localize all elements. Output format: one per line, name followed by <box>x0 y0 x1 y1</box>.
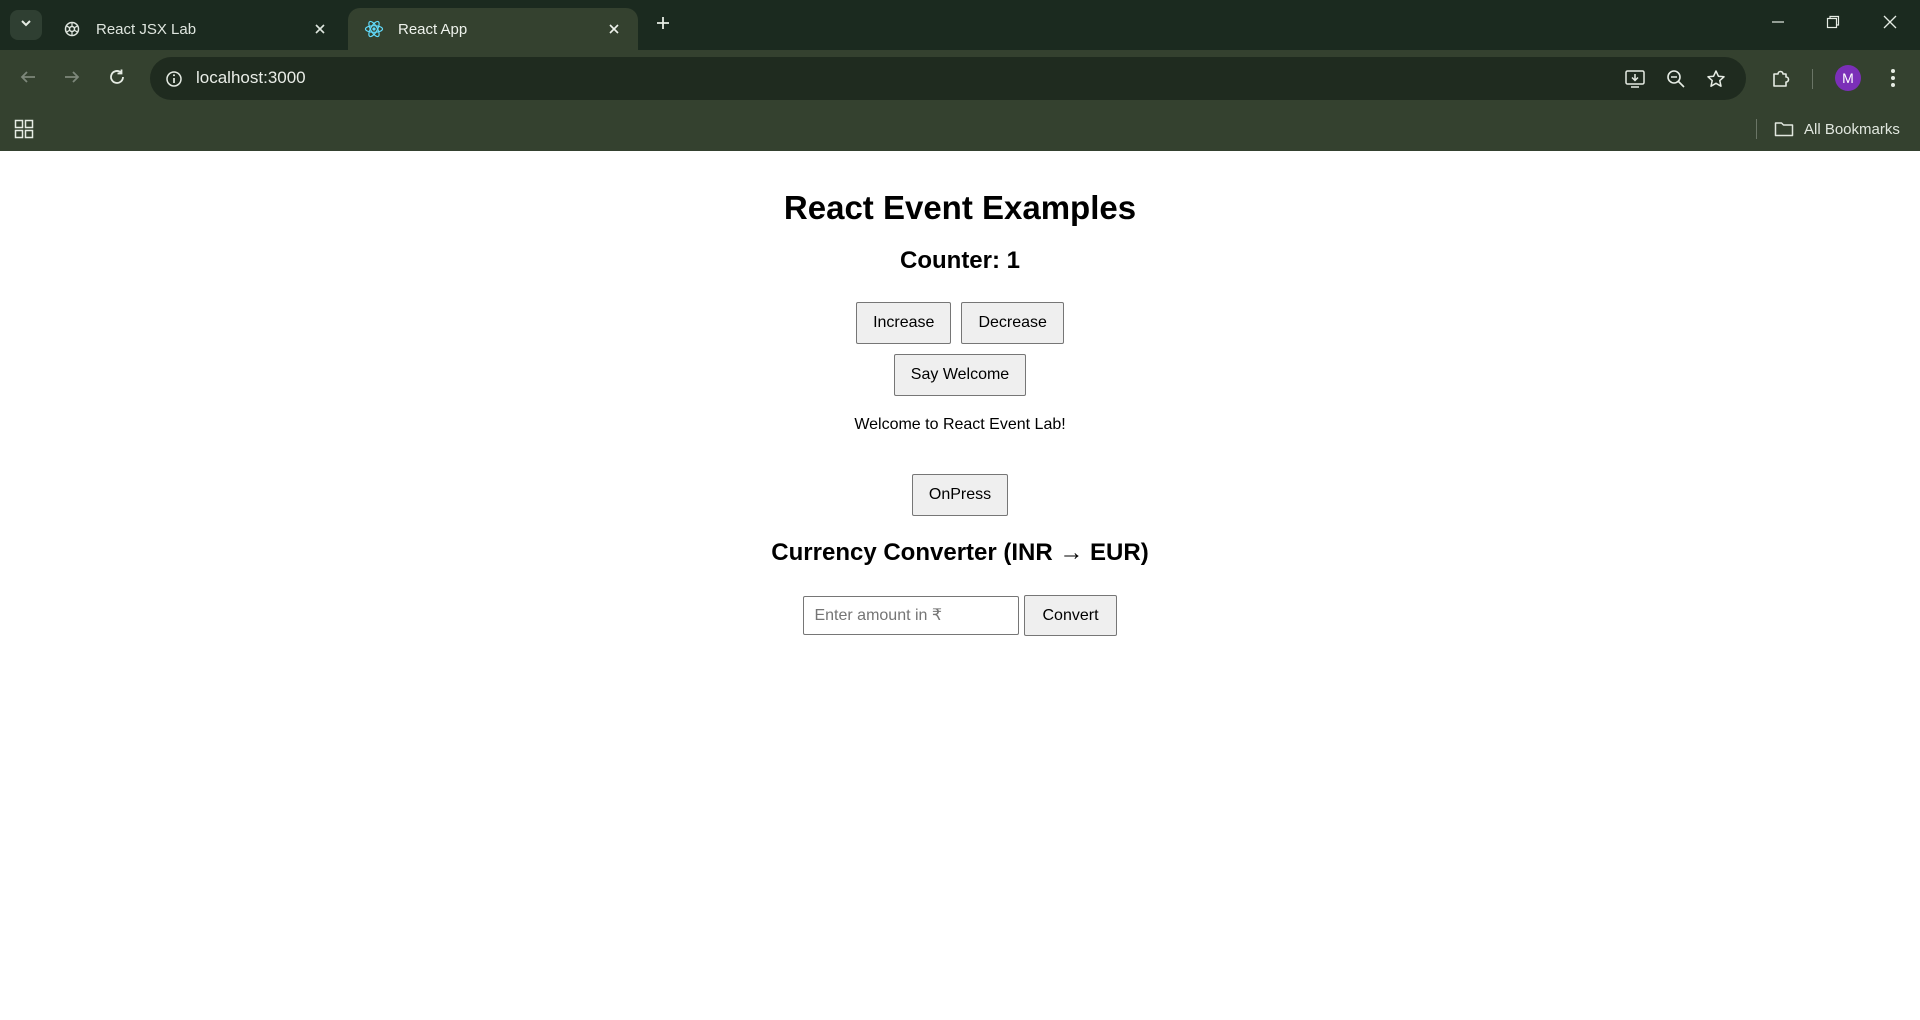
site-info-icon[interactable] <box>160 65 188 93</box>
welcome-controls: Say Welcome <box>0 354 1920 396</box>
amount-input[interactable] <box>803 596 1020 635</box>
react-icon <box>364 19 384 39</box>
arrow-right-icon <box>63 68 81 91</box>
close-window-button[interactable] <box>1870 8 1910 40</box>
tab-react-app[interactable]: React App <box>348 8 638 50</box>
forward-button[interactable] <box>56 63 88 95</box>
close-icon[interactable] <box>310 19 330 39</box>
folder-icon <box>1774 121 1794 137</box>
star-icon[interactable] <box>1703 66 1729 92</box>
browser-toolbar: localhost:3000 M <box>0 50 1920 107</box>
arrow-left-icon <box>19 68 37 91</box>
zoom-icon[interactable] <box>1663 66 1689 92</box>
all-bookmarks-button[interactable]: All Bookmarks <box>1774 115 1900 143</box>
minimize-button[interactable] <box>1758 8 1798 40</box>
back-button[interactable] <box>12 63 44 95</box>
install-app-icon[interactable] <box>1622 66 1648 92</box>
avatar[interactable]: M <box>1835 65 1861 91</box>
page-content: React Event Examples Counter: 1 Increase… <box>0 151 1920 1020</box>
new-tab-button[interactable] <box>650 12 676 38</box>
plus-icon <box>655 15 671 36</box>
bookmarks-bar: All Bookmarks <box>0 107 1920 151</box>
decrease-button[interactable]: Decrease <box>961 302 1064 344</box>
extensions-icon[interactable] <box>1765 62 1797 94</box>
counter-heading: Counter: 1 <box>900 247 1020 274</box>
reload-icon <box>108 68 126 91</box>
currency-converter-form: Convert <box>0 595 1920 636</box>
counter-controls: Increase Decrease <box>0 302 1920 344</box>
restore-button[interactable] <box>1813 8 1853 40</box>
restore-icon <box>1826 15 1840 34</box>
close-icon <box>1883 15 1897 34</box>
minimize-icon <box>1771 15 1785 34</box>
welcome-message: Welcome to React Event Lab! <box>854 416 1066 433</box>
increase-button[interactable]: Increase <box>856 302 952 344</box>
tab-strip: React JSX Lab React App <box>0 0 1920 50</box>
close-icon[interactable] <box>604 19 624 39</box>
tab-title: React App <box>398 20 468 38</box>
address-bar[interactable]: localhost:3000 <box>150 57 1746 100</box>
chevron-down-icon <box>19 16 33 35</box>
onpress-button[interactable]: OnPress <box>911 474 1009 516</box>
convert-button[interactable]: Convert <box>1024 595 1117 636</box>
toolbar-divider <box>1812 69 1813 89</box>
bookmarks-divider <box>1756 119 1757 139</box>
url-text: localhost:3000 <box>196 68 306 87</box>
more-menu-icon[interactable] <box>1877 62 1909 94</box>
currency-converter-heading: Currency Converter (INR → EUR) <box>771 539 1149 566</box>
tab-react-jsx-lab[interactable]: React JSX Lab <box>46 8 344 50</box>
onpress-controls: OnPress <box>0 474 1920 516</box>
page-title: React Event Examples <box>783 189 1137 226</box>
apps-grid-icon[interactable] <box>12 117 36 141</box>
tab-title: React JSX Lab <box>96 20 197 38</box>
reload-button[interactable] <box>101 63 133 95</box>
say-welcome-button[interactable]: Say Welcome <box>893 354 1027 396</box>
openai-icon <box>62 19 82 39</box>
all-bookmarks-label: All Bookmarks <box>1804 120 1900 138</box>
tab-search-button[interactable] <box>10 10 42 40</box>
